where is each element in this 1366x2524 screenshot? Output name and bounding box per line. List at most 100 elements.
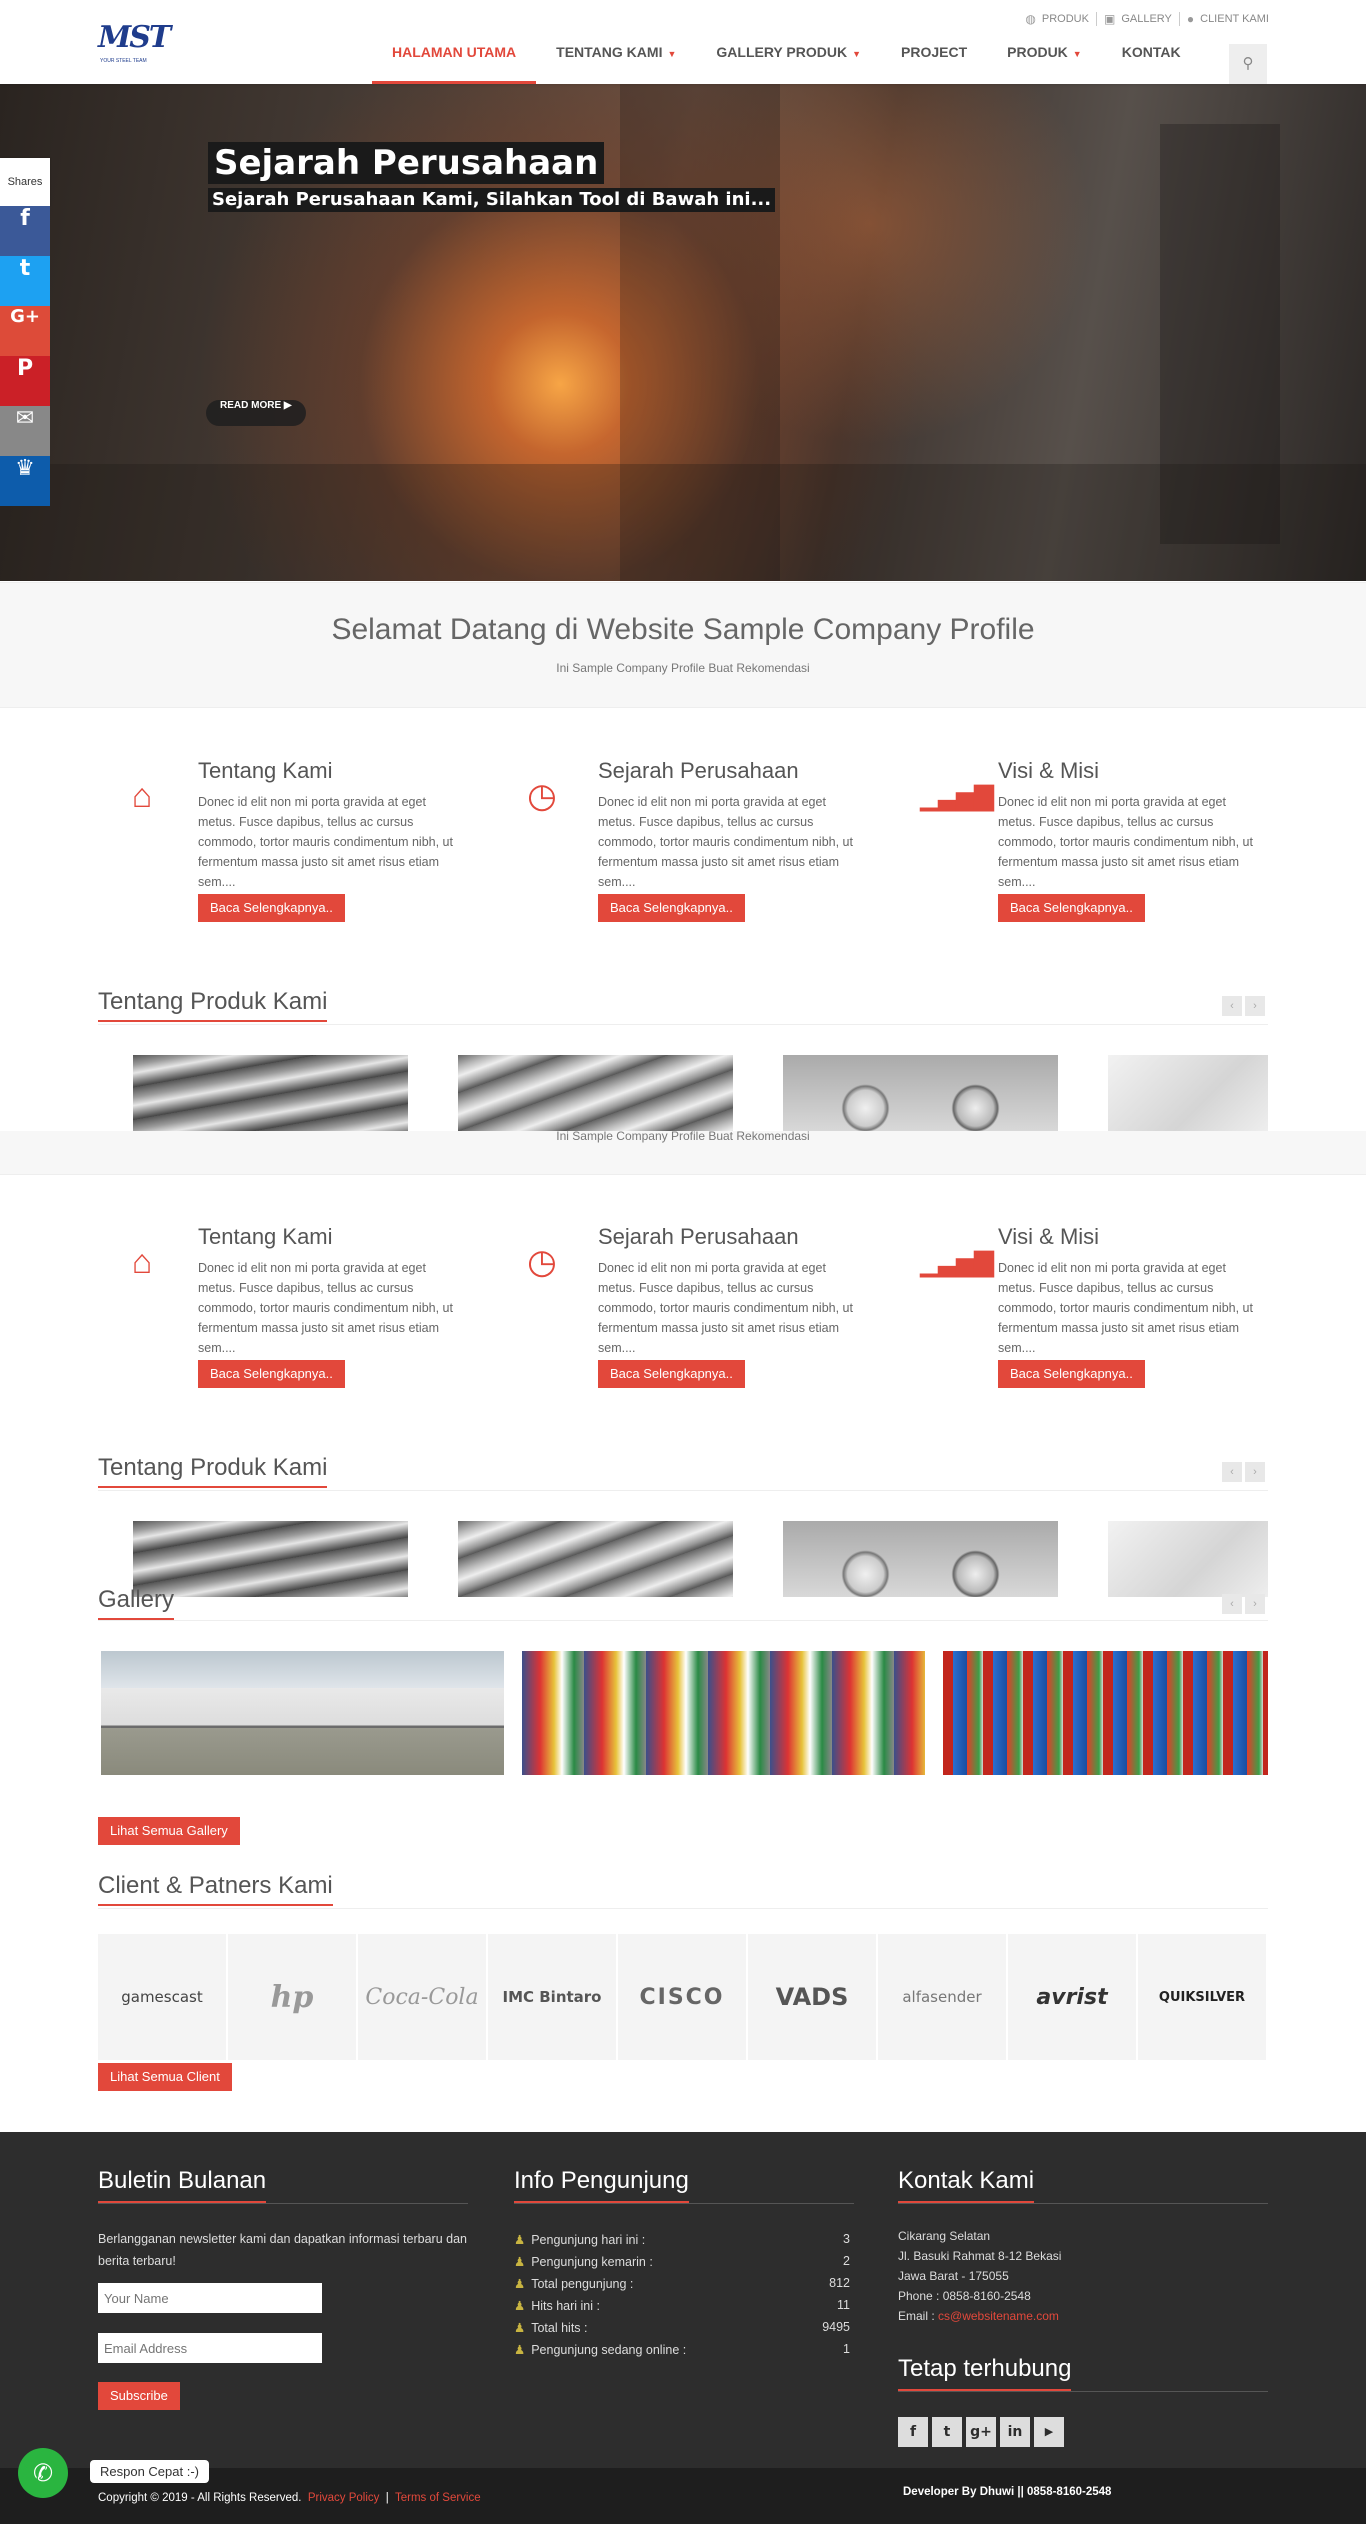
stat-label: Hits hari ini :: [531, 2299, 600, 2313]
gallery-prev-button[interactable]: ‹: [1222, 1594, 1242, 1614]
read-more-label: READ MORE: [220, 400, 282, 411]
globe-icon: ◍: [1025, 12, 1036, 26]
clock-icon: ◷: [527, 1243, 557, 1281]
search-button[interactable]: ⚲: [1229, 44, 1267, 84]
toplink-label: CLIENT KAMI: [1200, 13, 1269, 25]
client-logo-imc-bintaro[interactable]: IMC Bintaro: [488, 1934, 618, 2060]
share-pinterest-button[interactable]: P: [0, 356, 50, 406]
nav-kontak[interactable]: KONTAK: [1102, 44, 1201, 84]
client-logo-vads[interactable]: VADS: [748, 1934, 878, 2060]
section-title-produk: Tentang Produk Kami: [98, 988, 328, 1022]
read-more-button[interactable]: Baca Selengkapnya..: [598, 894, 745, 922]
youtube-icon[interactable]: ▶: [1034, 2417, 1064, 2447]
toplink-label: PRODUK: [1041, 13, 1089, 25]
site-logo[interactable]: MST YOUR STEEL TEAM: [98, 20, 171, 66]
read-more-button[interactable]: Baca Selengkapnya..: [198, 894, 345, 922]
newsletter-name-input[interactable]: [98, 2283, 322, 2313]
gallery-image-rack[interactable]: [943, 1651, 1268, 1775]
read-more-button[interactable]: Baca Selengkapnya..: [198, 1360, 345, 1388]
connect-title: Tetap terhubung: [898, 2355, 1072, 2391]
stat-label: Total pengunjung :: [531, 2277, 634, 2291]
client-logo-coca-cola[interactable]: Coca-Cola: [358, 1934, 488, 2060]
product-image-pipes[interactable]: [133, 1055, 408, 1131]
view-all-gallery-button[interactable]: Lihat Semua Gallery: [98, 1817, 240, 1845]
section-divider: [98, 1908, 1268, 1909]
product-image-coils[interactable]: [783, 1521, 1058, 1597]
client-logo-hp[interactable]: hp: [228, 1934, 358, 2060]
google-plus-icon[interactable]: g+: [966, 2417, 996, 2447]
product-image-sheet[interactable]: [1108, 1055, 1268, 1131]
welcome-title: Selamat Datang di Website Sample Company…: [331, 613, 1035, 646]
users-icon: ♟: [514, 2277, 526, 2291]
newsletter-email-input[interactable]: [98, 2333, 322, 2363]
whatsapp-button[interactable]: ✆: [18, 2448, 68, 2498]
home-icon: ⌂: [131, 1243, 153, 1281]
nav-label: HALAMAN UTAMA: [392, 44, 517, 60]
feature-text: Donec id elit non mi porta gravida at eg…: [598, 795, 853, 889]
twitter-icon[interactable]: t: [932, 2417, 962, 2447]
gallery-image-building[interactable]: [101, 1651, 504, 1775]
feature-title: Sejarah Perusahaan: [598, 1224, 799, 1249]
contact-email-label: Email :: [898, 2309, 939, 2323]
shares-label: Shares: [0, 158, 50, 206]
carousel-next-button[interactable]: ›: [1245, 996, 1265, 1016]
toplink-client[interactable]: ● CLIENT KAMI: [1180, 12, 1269, 26]
stat-value: 9495: [822, 2320, 850, 2334]
read-more-button[interactable]: READ MORE ▶: [206, 400, 306, 426]
feature-title: Visi & Misi: [998, 1224, 1100, 1249]
feature-title: Tentang Kami: [198, 758, 333, 783]
share-twitter-button[interactable]: t: [0, 256, 50, 306]
home-icon: ⌂: [131, 777, 153, 815]
gallery-next-button[interactable]: ›: [1245, 1594, 1265, 1614]
client-logo-alfasender[interactable]: alfasender: [878, 1934, 1008, 2060]
share-email-button[interactable]: ✉: [0, 406, 50, 456]
nav-produk[interactable]: PRODUK ▼: [987, 44, 1102, 84]
nav-label: KONTAK: [1121, 44, 1181, 60]
contact-phone: Phone : 0858-8160-2548: [898, 2289, 1031, 2303]
share-google-plus-button[interactable]: G+: [0, 306, 50, 356]
caret-down-icon: ▼: [667, 49, 677, 59]
feature-text: Donec id elit non mi porta gravida at eg…: [198, 795, 453, 889]
toplink-produk[interactable]: ◍ PRODUK: [1018, 12, 1097, 26]
carousel-next-button[interactable]: ›: [1245, 1462, 1265, 1482]
nav-halaman-utama[interactable]: HALAMAN UTAMA: [372, 44, 537, 84]
facebook-icon: f: [20, 206, 30, 231]
toplink-gallery[interactable]: ▣ GALLERY: [1097, 12, 1180, 26]
client-logo-gamescast[interactable]: gamescast: [98, 1934, 228, 2060]
contact-email-link[interactable]: cs@websitename.com: [938, 2309, 1059, 2323]
carousel-prev-button[interactable]: ‹: [1222, 996, 1242, 1016]
subscribe-button[interactable]: Subscribe: [98, 2382, 180, 2410]
product-image-pipes[interactable]: [133, 1521, 408, 1597]
section-divider: [98, 1490, 1268, 1491]
visitor-stat-row: ♟ Pengunjung kemarin : 2: [514, 2254, 850, 2269]
feature-title: Sejarah Perusahaan: [598, 758, 799, 783]
product-image-sheet[interactable]: [1108, 1521, 1268, 1597]
read-more-button[interactable]: Baca Selengkapnya..: [998, 894, 1145, 922]
client-logo-cisco[interactable]: CISCO: [618, 1934, 748, 2060]
product-image-coils[interactable]: [783, 1055, 1058, 1131]
privacy-policy-link[interactable]: Privacy Policy: [308, 2492, 380, 2504]
read-more-button[interactable]: Baca Selengkapnya..: [998, 1360, 1145, 1388]
view-all-clients-button[interactable]: Lihat Semua Client: [98, 2063, 232, 2091]
section-divider: [98, 1620, 1268, 1621]
nav-project[interactable]: PROJECT: [881, 44, 987, 84]
client-logo-avrist[interactable]: avrist: [1008, 1934, 1138, 2060]
facebook-icon[interactable]: f: [898, 2417, 928, 2447]
nav-gallery-produk[interactable]: GALLERY PRODUK ▼: [696, 44, 881, 84]
terms-link[interactable]: Terms of Service: [395, 2492, 481, 2504]
nav-tentang-kami[interactable]: TENTANG KAMI ▼: [536, 44, 696, 84]
stat-value: 812: [829, 2276, 850, 2290]
stat-value: 3: [843, 2232, 850, 2246]
product-image-bars[interactable]: [458, 1055, 733, 1131]
share-facebook-button[interactable]: f: [0, 206, 50, 256]
separator: |: [385, 2492, 389, 2504]
read-more-button[interactable]: Baca Selengkapnya..: [598, 1360, 745, 1388]
product-image-bars[interactable]: [458, 1521, 733, 1597]
linkedin-icon[interactable]: in: [1000, 2417, 1030, 2447]
client-logo-quiksilver[interactable]: QUIKSILVER: [1138, 1934, 1268, 2060]
carousel-prev-button[interactable]: ‹: [1222, 1462, 1242, 1482]
pinterest-icon: P: [16, 356, 34, 381]
crown-icon: ♛: [15, 456, 35, 481]
gallery-image-store[interactable]: [522, 1651, 925, 1775]
share-sumome-button[interactable]: ♛: [0, 456, 50, 506]
